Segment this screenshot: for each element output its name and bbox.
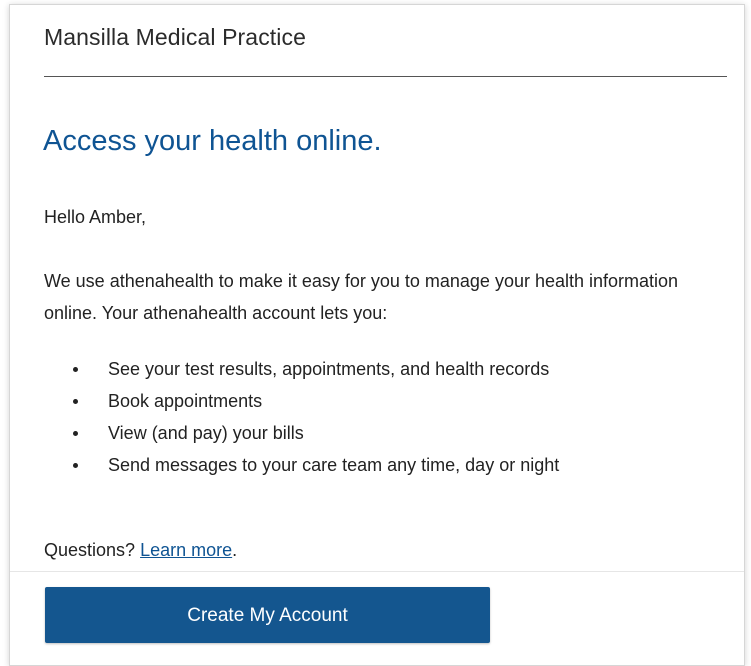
footer-divider bbox=[10, 571, 744, 572]
email-card: Mansilla Medical Practice Access your he… bbox=[9, 4, 745, 666]
create-account-button[interactable]: Create My Account bbox=[45, 587, 490, 643]
headline: Access your health online. bbox=[43, 125, 382, 157]
benefit-item-test-results: See your test results, appointments, and… bbox=[44, 353, 734, 385]
practice-name: Mansilla Medical Practice bbox=[44, 24, 306, 50]
bullet-icon bbox=[73, 367, 78, 372]
intro-paragraph: We use athenahealth to make it easy for … bbox=[44, 271, 679, 323]
benefit-item-messages: Send messages to your care team any time… bbox=[44, 449, 734, 481]
benefits-list: See your test results, appointments, and… bbox=[44, 353, 734, 481]
bullet-icon bbox=[73, 463, 78, 468]
benefit-label: See your test results, appointments, and… bbox=[108, 359, 550, 379]
benefit-label: Send messages to your care team any time… bbox=[108, 455, 560, 475]
questions-prefix: Questions? bbox=[44, 540, 136, 560]
greeting: Hello Amber, bbox=[44, 207, 147, 227]
benefit-label: Book appointments bbox=[108, 391, 263, 411]
learn-more-link[interactable]: Learn more bbox=[140, 540, 232, 560]
bullet-icon bbox=[73, 399, 78, 404]
questions-suffix: . bbox=[232, 540, 238, 560]
questions-line: Questions? Learn more. bbox=[44, 540, 237, 561]
benefit-item-book-appointments: Book appointments bbox=[44, 385, 734, 417]
header-divider bbox=[44, 76, 727, 77]
benefit-label: View (and pay) your bills bbox=[108, 423, 304, 443]
benefit-item-bills: View (and pay) your bills bbox=[44, 417, 734, 449]
bullet-icon bbox=[73, 431, 78, 436]
